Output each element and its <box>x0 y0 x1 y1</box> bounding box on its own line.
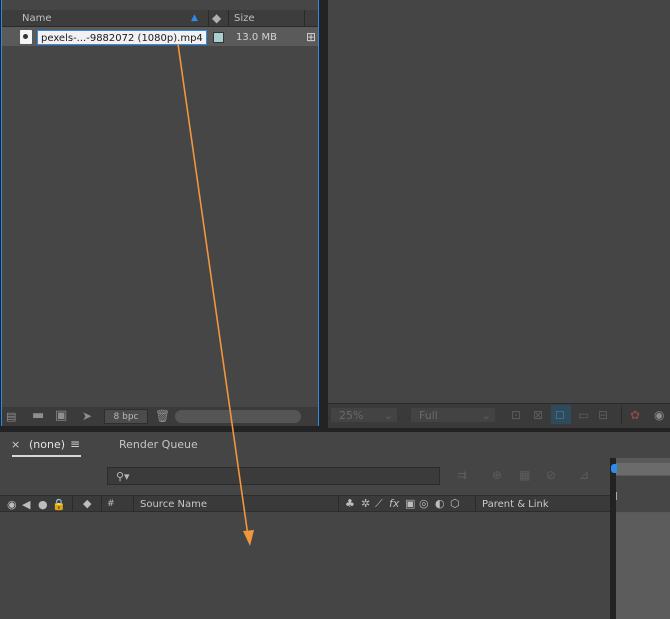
annotation-arrow <box>177 43 254 546</box>
arrow-shaft <box>177 43 249 537</box>
arrow-head <box>243 530 254 546</box>
